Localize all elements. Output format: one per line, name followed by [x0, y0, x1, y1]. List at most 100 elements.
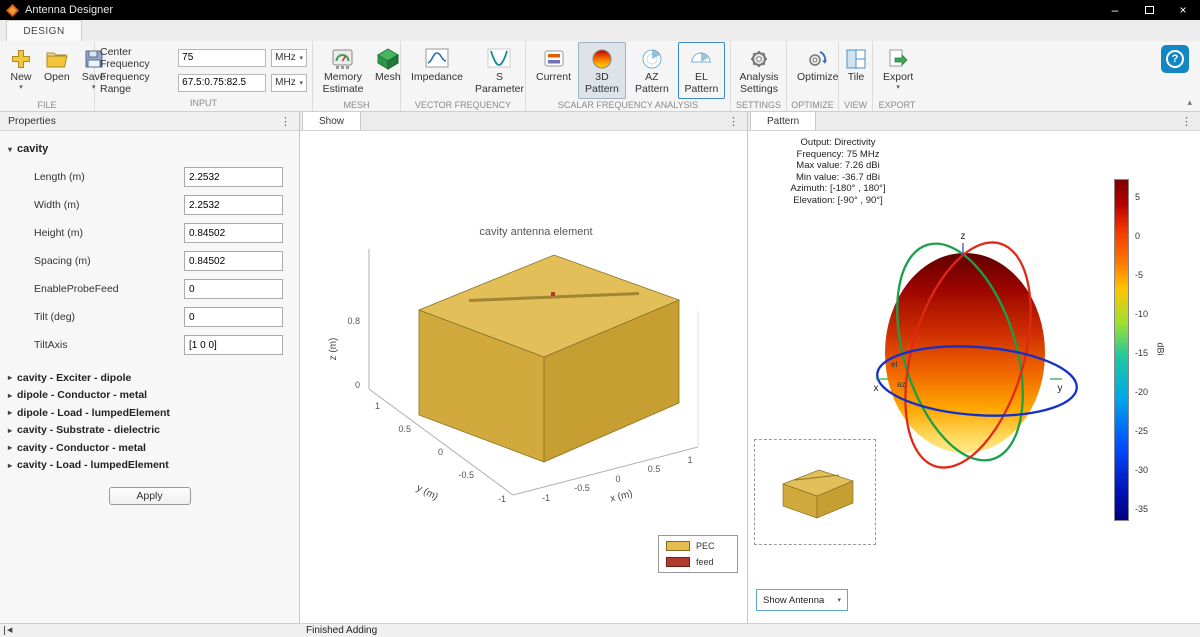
s-parameter-button[interactable]: S Parameter: [470, 42, 529, 99]
plot-title: cavity antenna element: [479, 226, 592, 238]
pattern-az-label: az: [897, 380, 905, 389]
chevron-right-icon: ▸: [8, 443, 12, 452]
apply-button[interactable]: Apply: [109, 487, 191, 505]
tab-pattern[interactable]: Pattern: [750, 112, 816, 130]
enableprobefeed-input[interactable]: [184, 279, 283, 299]
tilt-input[interactable]: [184, 307, 283, 327]
frequency-range-input[interactable]: [178, 74, 266, 92]
pattern-panel: Pattern ⋮ Output: Directivity Frequency:…: [748, 112, 1200, 623]
pattern-info: Output: Directivity Frequency: 75 MHz Ma…: [748, 137, 928, 206]
legend-swatch-feed: [666, 557, 690, 567]
close-button[interactable]: ×: [1166, 0, 1200, 20]
property-row-tilt: Tilt (deg): [34, 307, 299, 327]
tree-group-cavity-exciter-dipole[interactable]: ▸ cavity - Exciter - dipole: [0, 369, 299, 387]
ribbon: New ▾ Open Save ▾ FILE Center Frequency: [0, 41, 1200, 112]
optimize-button[interactable]: Optimize: [792, 42, 843, 99]
new-button[interactable]: New ▾: [5, 42, 37, 99]
el-pattern-button[interactable]: EL Pattern: [678, 42, 725, 99]
center-frequency-unit-select[interactable]: MHz ▾: [271, 49, 307, 67]
height-input[interactable]: [184, 223, 283, 243]
svg-text:-0.5: -0.5: [574, 483, 590, 493]
panel-menu-icon[interactable]: ⋮: [1181, 115, 1192, 128]
tree-group-cavity[interactable]: ▾ cavity: [8, 143, 299, 155]
export-button[interactable]: Export ▾: [878, 42, 918, 99]
open-icon: [45, 46, 69, 72]
pattern-3d-button[interactable]: 3D Pattern: [578, 42, 626, 99]
status-text: Finished Adding: [306, 625, 377, 636]
svg-text:-1: -1: [498, 494, 506, 504]
ribbon-section-scalar: Current 3D Pattern AZ Pattern EL Pattern: [526, 41, 731, 111]
legend-item-feed: feed: [666, 557, 730, 567]
az-pattern-button[interactable]: AZ Pattern: [628, 42, 676, 99]
svg-text:0.5: 0.5: [398, 424, 411, 434]
ribbon-section-export: Export ▾ EXPORT: [873, 41, 921, 111]
impedance-icon: [424, 46, 450, 72]
tile-button[interactable]: Tile: [841, 42, 871, 99]
collapse-panel-icon[interactable]: ◀: [4, 626, 12, 635]
section-label-view: VIEW: [839, 99, 872, 112]
property-label: Length (m): [34, 171, 184, 183]
tree-group-cavity-conductor-metal[interactable]: ▸ cavity - Conductor - metal: [0, 439, 299, 457]
s-parameter-icon: [486, 46, 512, 72]
spacing-input[interactable]: [184, 251, 283, 271]
open-button[interactable]: Open: [39, 42, 75, 99]
property-label: Width (m): [34, 199, 184, 211]
section-label-file: FILE: [0, 99, 94, 112]
maximize-button[interactable]: [1132, 0, 1166, 20]
tree-group-cavity-load-lumpedelement[interactable]: ▸ cavity - Load - lumpedElement: [0, 457, 299, 475]
width-input[interactable]: [184, 195, 283, 215]
tab-show[interactable]: Show: [302, 112, 361, 130]
show-panel: Show ⋮ cavity antenna element: [300, 112, 748, 623]
property-row-length: Length (m): [34, 167, 299, 187]
pattern-el-label: el: [891, 360, 897, 369]
help-button[interactable]: ?: [1161, 45, 1189, 73]
z-axis-label: z (m): [328, 338, 339, 361]
svg-text:0: 0: [438, 447, 443, 457]
pattern-y-label: y: [1058, 383, 1063, 394]
property-row-width: Width (m): [34, 195, 299, 215]
property-row-enableprobefeed: EnableProbeFeed: [34, 279, 299, 299]
tree-group-cavity-substrate-dielectric[interactable]: ▸ cavity - Substrate - dielectric: [0, 422, 299, 440]
center-frequency-input[interactable]: [178, 49, 266, 67]
pattern-x-label: x: [874, 383, 879, 394]
minimize-button[interactable]: –: [1098, 0, 1132, 20]
az-pattern-icon: [640, 46, 664, 72]
tree-group-dipole-load-lumpedelement[interactable]: ▸ dipole - Load - lumpedElement: [0, 404, 299, 422]
impedance-button[interactable]: Impedance: [406, 42, 468, 99]
show-antenna-select[interactable]: Show Antenna ▾: [756, 589, 848, 611]
property-label: Height (m): [34, 227, 184, 239]
chevron-right-icon: ▸: [8, 461, 12, 470]
length-input[interactable]: [184, 167, 283, 187]
colorbar-wrap: 5 0 -5 -10 -15 -20 -25 -30 -35 dBi: [1114, 179, 1194, 531]
svg-text:-0.5: -0.5: [458, 470, 474, 480]
property-label: EnableProbeFeed: [34, 283, 184, 295]
ribbon-section-mesh: Memory Estimate Mesh MESH: [313, 41, 401, 111]
chevron-down-icon: ▾: [19, 84, 23, 92]
ribbon-section-view: Tile VIEW: [839, 41, 873, 111]
memory-estimate-button[interactable]: Memory Estimate: [318, 42, 368, 99]
pattern-3d-icon: [590, 46, 614, 72]
section-label-optimize: OPTIMIZE: [787, 99, 838, 112]
antenna-preview[interactable]: [754, 439, 876, 545]
property-label: Tilt (deg): [34, 311, 184, 323]
property-row-tiltaxis: TiltAxis: [34, 335, 299, 355]
tab-design[interactable]: DESIGN: [6, 20, 82, 41]
panel-menu-icon[interactable]: ⋮: [728, 115, 739, 128]
section-label-scalar: SCALAR FREQUENCY ANALYSIS: [526, 99, 730, 112]
analysis-settings-button[interactable]: Analysis Settings: [736, 42, 782, 99]
collapse-ribbon-icon[interactable]: ▴: [1187, 97, 1192, 108]
analysis-settings-icon: [747, 46, 771, 72]
chevron-down-icon: ▾: [8, 145, 12, 154]
property-row-height: Height (m): [34, 223, 299, 243]
property-row-spacing: Spacing (m): [34, 251, 299, 271]
panel-menu-icon[interactable]: ⋮: [280, 115, 291, 128]
frequency-range-unit-select[interactable]: MHz ▾: [271, 74, 307, 92]
properties-panel: Properties ⋮ ▾ cavity Length (m) Width (…: [0, 112, 300, 623]
current-button[interactable]: Current: [531, 42, 576, 99]
svg-text:-1: -1: [542, 493, 550, 503]
tree-group-dipole-conductor-metal[interactable]: ▸ dipole - Conductor - metal: [0, 387, 299, 405]
ribbon-section-file: New ▾ Open Save ▾ FILE: [0, 41, 95, 111]
tiltaxis-input[interactable]: [184, 335, 283, 355]
feed-point: [551, 292, 555, 296]
section-label-export: EXPORT: [873, 99, 921, 112]
